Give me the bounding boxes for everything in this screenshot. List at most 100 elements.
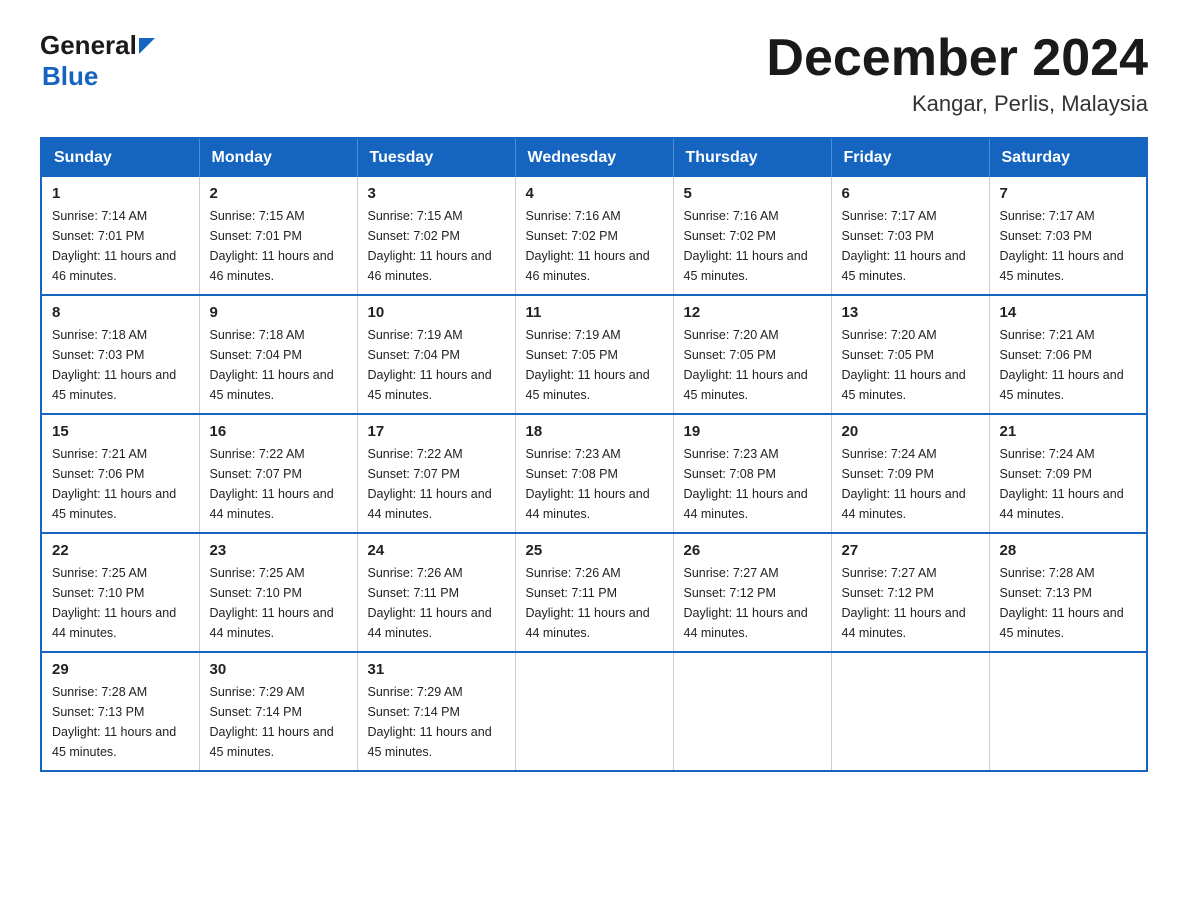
day-number: 15 (52, 423, 189, 440)
calendar-day-cell: 15 Sunrise: 7:21 AMSunset: 7:06 PMDayligh… (41, 414, 199, 533)
day-number: 21 (1000, 423, 1137, 440)
calendar-day-cell: 27 Sunrise: 7:27 AMSunset: 7:12 PMDayligh… (831, 533, 989, 652)
calendar-day-cell: 3Sunrise: 7:15 AMSunset: 7:02 PMDaylight… (357, 177, 515, 295)
day-number: 14 (1000, 304, 1137, 321)
calendar-day-cell: 20Sunrise: 7:24 AMSunset: 7:09 PMDayligh… (831, 414, 989, 533)
day-number: 22 (52, 542, 189, 559)
weekday-header-sunday: Sunday (41, 138, 199, 177)
day-info: Sunrise: 7:22 AMSunset: 7:07 PMDaylight:… (368, 444, 505, 524)
day-number: 24 (368, 542, 505, 559)
calendar-day-cell (831, 652, 989, 771)
day-info: Sunrise: 7:21 AMSunset: 7:06 PMDaylight:… (1000, 325, 1137, 405)
calendar-week-row: 8 Sunrise: 7:18 AMSunset: 7:03 PMDaylight… (41, 295, 1147, 414)
calendar-day-cell: 13Sunrise: 7:20 AMSunset: 7:05 PMDayligh… (831, 295, 989, 414)
day-number: 7 (1000, 185, 1137, 202)
calendar-week-row: 15 Sunrise: 7:21 AMSunset: 7:06 PMDayligh… (41, 414, 1147, 533)
location-title: Kangar, Perlis, Malaysia (766, 91, 1148, 117)
day-info: Sunrise: 7:19 AMSunset: 7:05 PMDaylight:… (526, 325, 663, 405)
day-number: 18 (526, 423, 663, 440)
logo-blue-text: Blue (42, 61, 98, 92)
day-info: Sunrise: 7:14 AMSunset: 7:01 PMDaylight:… (52, 206, 189, 286)
calendar-day-cell: 7 Sunrise: 7:17 AMSunset: 7:03 PMDaylight… (989, 177, 1147, 295)
day-info: Sunrise: 7:15 AMSunset: 7:02 PMDaylight:… (368, 206, 505, 286)
calendar-table: SundayMondayTuesdayWednesdayThursdayFrid… (40, 137, 1148, 772)
weekday-header-tuesday: Tuesday (357, 138, 515, 177)
calendar-day-cell: 1 Sunrise: 7:14 AMSunset: 7:01 PMDaylight… (41, 177, 199, 295)
calendar-day-cell: 24Sunrise: 7:26 AMSunset: 7:11 PMDayligh… (357, 533, 515, 652)
calendar-day-cell: 30 Sunrise: 7:29 AMSunset: 7:14 PMDayligh… (199, 652, 357, 771)
day-info: Sunrise: 7:27 AMSunset: 7:12 PMDaylight:… (842, 563, 979, 643)
weekday-header-wednesday: Wednesday (515, 138, 673, 177)
calendar-week-row: 22 Sunrise: 7:25 AMSunset: 7:10 PMDayligh… (41, 533, 1147, 652)
calendar-day-cell: 28 Sunrise: 7:28 AMSunset: 7:13 PMDayligh… (989, 533, 1147, 652)
calendar-day-cell: 18 Sunrise: 7:23 AMSunset: 7:08 PMDayligh… (515, 414, 673, 533)
day-info: Sunrise: 7:25 AMSunset: 7:10 PMDaylight:… (210, 563, 347, 643)
logo-bottom-row: Blue (40, 61, 155, 92)
day-info: Sunrise: 7:25 AMSunset: 7:10 PMDaylight:… (52, 563, 189, 643)
calendar-day-cell: 4Sunrise: 7:16 AMSunset: 7:02 PMDaylight… (515, 177, 673, 295)
logo: General Blue (40, 30, 155, 92)
day-number: 28 (1000, 542, 1137, 559)
calendar-day-cell: 21Sunrise: 7:24 AMSunset: 7:09 PMDayligh… (989, 414, 1147, 533)
day-number: 9 (210, 304, 347, 321)
calendar-day-cell: 22 Sunrise: 7:25 AMSunset: 7:10 PMDayligh… (41, 533, 199, 652)
calendar-day-cell: 23 Sunrise: 7:25 AMSunset: 7:10 PMDayligh… (199, 533, 357, 652)
day-info: Sunrise: 7:29 AMSunset: 7:14 PMDaylight:… (368, 682, 505, 762)
calendar-week-row: 29 Sunrise: 7:28 AMSunset: 7:13 PMDayligh… (41, 652, 1147, 771)
day-number: 27 (842, 542, 979, 559)
day-info: Sunrise: 7:27 AMSunset: 7:12 PMDaylight:… (684, 563, 821, 643)
calendar-day-cell: 12Sunrise: 7:20 AMSunset: 7:05 PMDayligh… (673, 295, 831, 414)
weekday-header-row: SundayMondayTuesdayWednesdayThursdayFrid… (41, 138, 1147, 177)
day-info: Sunrise: 7:20 AMSunset: 7:05 PMDaylight:… (842, 325, 979, 405)
day-info: Sunrise: 7:20 AMSunset: 7:05 PMDaylight:… (684, 325, 821, 405)
day-info: Sunrise: 7:18 AMSunset: 7:04 PMDaylight:… (210, 325, 347, 405)
day-info: Sunrise: 7:17 AMSunset: 7:03 PMDaylight:… (1000, 206, 1137, 286)
calendar-day-cell: 26 Sunrise: 7:27 AMSunset: 7:12 PMDayligh… (673, 533, 831, 652)
weekday-header-thursday: Thursday (673, 138, 831, 177)
calendar-week-row: 1 Sunrise: 7:14 AMSunset: 7:01 PMDaylight… (41, 177, 1147, 295)
day-info: Sunrise: 7:18 AMSunset: 7:03 PMDaylight:… (52, 325, 189, 405)
day-number: 25 (526, 542, 663, 559)
calendar-day-cell: 5Sunrise: 7:16 AMSunset: 7:02 PMDaylight… (673, 177, 831, 295)
weekday-header-saturday: Saturday (989, 138, 1147, 177)
day-info: Sunrise: 7:29 AMSunset: 7:14 PMDaylight:… (210, 682, 347, 762)
day-info: Sunrise: 7:16 AMSunset: 7:02 PMDaylight:… (526, 206, 663, 286)
day-info: Sunrise: 7:19 AMSunset: 7:04 PMDaylight:… (368, 325, 505, 405)
calendar-day-cell (515, 652, 673, 771)
month-title: December 2024 (766, 30, 1148, 87)
day-info: Sunrise: 7:15 AMSunset: 7:01 PMDaylight:… (210, 206, 347, 286)
logo-general-text: General (40, 30, 137, 61)
day-info: Sunrise: 7:28 AMSunset: 7:13 PMDaylight:… (52, 682, 189, 762)
day-info: Sunrise: 7:23 AMSunset: 7:08 PMDaylight:… (684, 444, 821, 524)
day-number: 6 (842, 185, 979, 202)
day-info: Sunrise: 7:21 AMSunset: 7:06 PMDaylight:… (52, 444, 189, 524)
calendar-day-cell: 29 Sunrise: 7:28 AMSunset: 7:13 PMDayligh… (41, 652, 199, 771)
day-info: Sunrise: 7:28 AMSunset: 7:13 PMDaylight:… (1000, 563, 1137, 643)
weekday-header-friday: Friday (831, 138, 989, 177)
calendar-day-cell: 16 Sunrise: 7:22 AMSunset: 7:07 PMDayligh… (199, 414, 357, 533)
day-number: 23 (210, 542, 347, 559)
weekday-header-monday: Monday (199, 138, 357, 177)
day-number: 26 (684, 542, 821, 559)
day-number: 2 (210, 185, 347, 202)
day-info: Sunrise: 7:23 AMSunset: 7:08 PMDaylight:… (526, 444, 663, 524)
day-number: 8 (52, 304, 189, 321)
day-number: 10 (368, 304, 505, 321)
day-number: 30 (210, 661, 347, 678)
day-info: Sunrise: 7:16 AMSunset: 7:02 PMDaylight:… (684, 206, 821, 286)
calendar-day-cell: 14 Sunrise: 7:21 AMSunset: 7:06 PMDayligh… (989, 295, 1147, 414)
day-number: 1 (52, 185, 189, 202)
day-number: 29 (52, 661, 189, 678)
day-info: Sunrise: 7:17 AMSunset: 7:03 PMDaylight:… (842, 206, 979, 286)
calendar-day-cell (989, 652, 1147, 771)
day-number: 16 (210, 423, 347, 440)
calendar-day-cell: 9 Sunrise: 7:18 AMSunset: 7:04 PMDaylight… (199, 295, 357, 414)
calendar-day-cell: 11Sunrise: 7:19 AMSunset: 7:05 PMDayligh… (515, 295, 673, 414)
day-number: 17 (368, 423, 505, 440)
calendar-day-cell: 10 Sunrise: 7:19 AMSunset: 7:04 PMDayligh… (357, 295, 515, 414)
calendar-day-cell: 2 Sunrise: 7:15 AMSunset: 7:01 PMDaylight… (199, 177, 357, 295)
day-number: 20 (842, 423, 979, 440)
calendar-day-cell: 8 Sunrise: 7:18 AMSunset: 7:03 PMDaylight… (41, 295, 199, 414)
day-info: Sunrise: 7:22 AMSunset: 7:07 PMDaylight:… (210, 444, 347, 524)
logo-top-row: General (40, 30, 155, 61)
